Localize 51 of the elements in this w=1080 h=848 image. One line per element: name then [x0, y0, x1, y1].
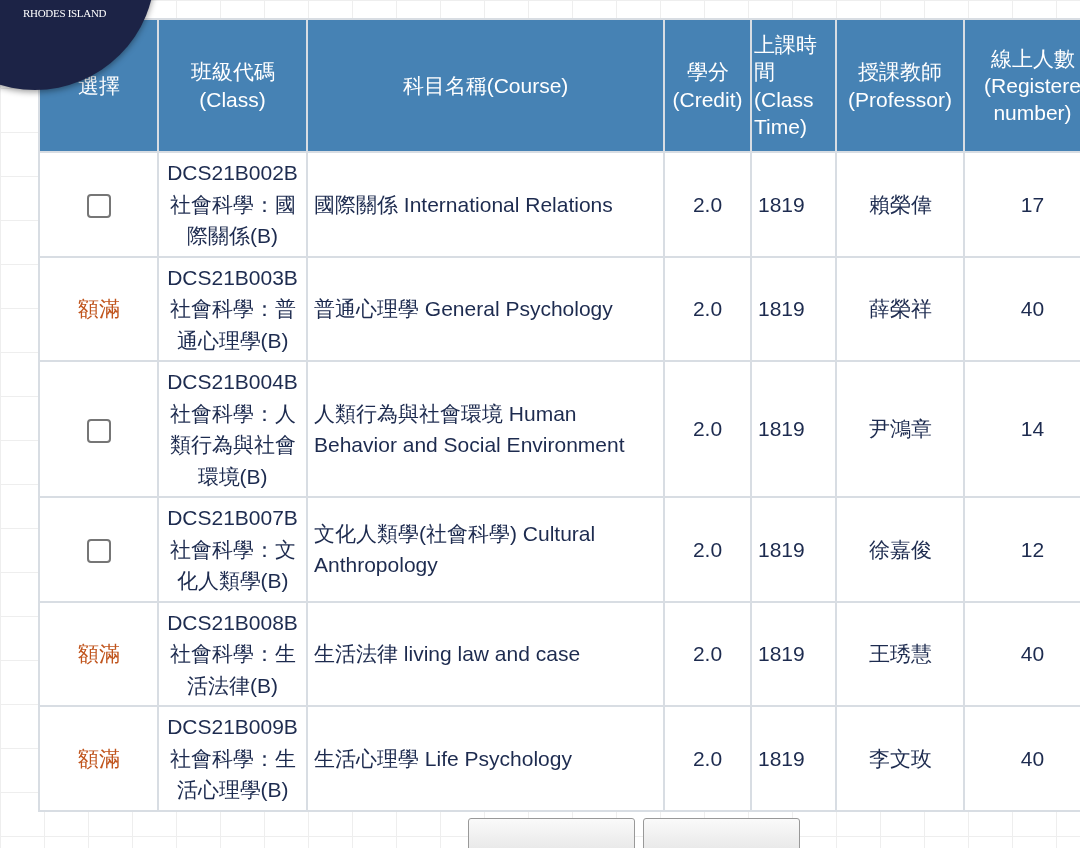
- class-code: DCS21B004B: [167, 370, 298, 393]
- class-code: DCS21B007B: [167, 506, 298, 529]
- time-cell: 1819: [751, 361, 836, 497]
- class-code: DCS21B002B: [167, 161, 298, 184]
- professor-cell: 薛榮祥: [836, 256, 964, 361]
- professor-cell: 賴榮偉: [836, 152, 964, 257]
- course-cell: 普通心理學 General Psychology: [307, 256, 664, 361]
- badge-text: RHODES ISLAND: [23, 7, 107, 19]
- course-cell: 人類行為與社會環境 Human Behavior and Social Environment: [307, 361, 664, 497]
- professor-cell: 王琇慧: [836, 601, 964, 706]
- full-label: 額滿: [77, 746, 120, 770]
- credit-cell: 2.0: [664, 706, 751, 811]
- credit-cell: 2.0: [664, 601, 751, 706]
- column-header: 線上人數 (Registere number): [964, 19, 1080, 152]
- button[interactable]: [468, 817, 635, 848]
- time-cell: 1819: [751, 601, 836, 706]
- column-header: 上課時間(Class Time): [751, 19, 836, 152]
- class-name: 社會科學：生活心理學(B): [169, 746, 296, 801]
- column-header: 班級代碼 (Class): [158, 19, 307, 152]
- time-cell: 1819: [751, 497, 836, 602]
- class-name: 社會科學：文化人類學(B): [169, 537, 296, 592]
- class-name: 社會科學：人類行為與社會環境(B): [169, 401, 296, 488]
- course-cell: 文化人類學(社會科學) Cultural Anthropology: [307, 497, 664, 602]
- professor-cell: 尹鴻章: [836, 361, 964, 497]
- class-code: DCS21B009B: [167, 715, 298, 738]
- time-cell: 1819: [751, 256, 836, 361]
- checkbox[interactable]: [86, 538, 111, 563]
- checkbox[interactable]: [86, 418, 111, 443]
- credit-cell: 2.0: [664, 152, 751, 257]
- checkbox[interactable]: [86, 193, 111, 218]
- button[interactable]: [643, 817, 800, 848]
- class-name: 社會科學：生活法律(B): [169, 642, 296, 697]
- full-label: 額滿: [77, 297, 120, 320]
- course-cell: 生活法律 living law and case: [307, 601, 664, 706]
- class-code: DCS21B008B: [167, 610, 298, 634]
- credit-cell: 2.0: [664, 497, 751, 602]
- column-header: 學分 (Credit): [664, 19, 751, 152]
- professor-cell: 徐嘉俊: [836, 497, 964, 602]
- class-name: 社會科學：國際關係(B): [169, 192, 296, 247]
- course-cell: 國際關係 International Relations: [307, 152, 664, 257]
- full-label: 額滿: [77, 642, 120, 665]
- professor-cell: 李文玫: [836, 706, 964, 811]
- time-cell: 1819: [751, 152, 836, 257]
- column-header: 授課教師 (Professor): [836, 19, 964, 152]
- class-code: DCS21B003B: [167, 265, 298, 289]
- time-cell: 1819: [751, 706, 836, 811]
- class-name: 社會科學：普通心理學(B): [169, 297, 296, 352]
- credit-cell: 2.0: [664, 361, 751, 497]
- course-cell: 生活心理學 Life Psychology: [307, 706, 664, 811]
- credit-cell: 2.0: [664, 256, 751, 361]
- column-header: 科目名稱(Course): [307, 19, 664, 152]
